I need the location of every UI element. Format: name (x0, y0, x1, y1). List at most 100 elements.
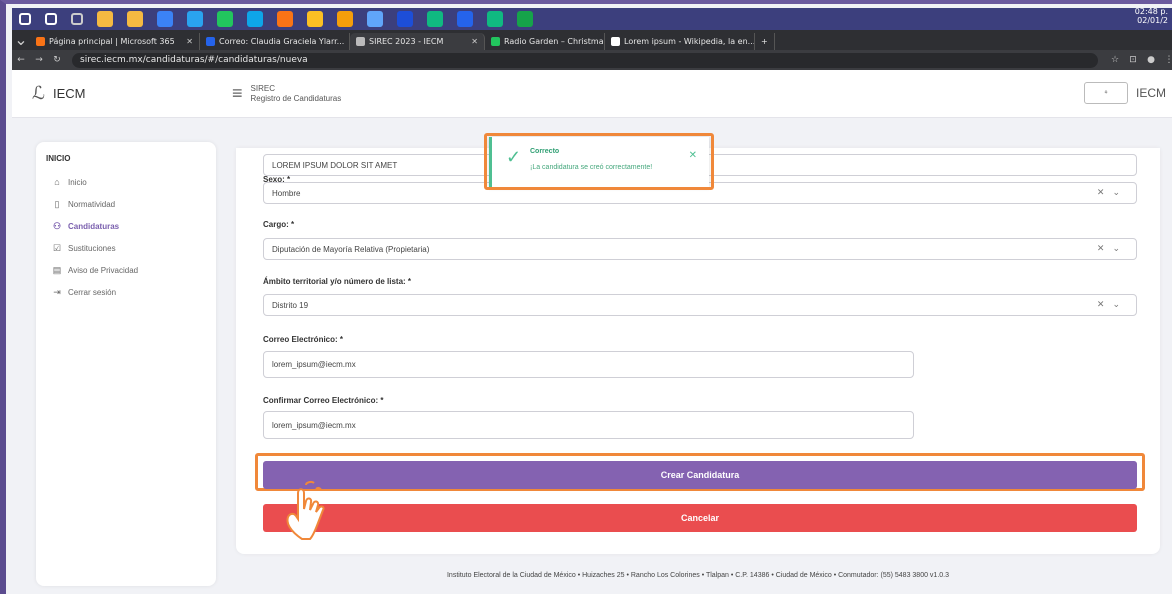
app-icon[interactable] (157, 11, 173, 27)
users-icon: ⚇ (52, 220, 62, 231)
sidebar-item-aviso[interactable]: ▤ Aviso de Privacidad (46, 259, 206, 281)
tab-label: Correo: Claudia Graciela Ylarr... (219, 37, 345, 46)
reload-icon[interactable]: ↻ (48, 55, 66, 65)
tab-favicon-icon (36, 37, 45, 46)
header-right-logo: ⚘ IECM (1084, 82, 1166, 104)
browser-tab[interactable]: Correo: Claudia Graciela Ylarr...✕ (200, 33, 350, 50)
system-subtitle: Registro de Candidaturas (250, 93, 342, 103)
browser-tab[interactable]: Radio Garden – Christmas✕ (485, 33, 605, 50)
app-icon[interactable] (97, 11, 113, 27)
cargo-label: Cargo: * (263, 220, 295, 229)
sidebar-item-label: Cerrar sesión (68, 287, 117, 297)
tab-favicon-icon (206, 37, 215, 46)
tab-label: SIREC 2023 - IECM (369, 37, 444, 46)
browser-tab[interactable]: SIREC 2023 - IECM ✕ (350, 33, 485, 50)
clear-chevron-icon[interactable]: ✕⌄ (1097, 243, 1128, 254)
confirmar-input[interactable]: lorem_ipsum@iecm.mx (263, 411, 914, 439)
windows-start-icon[interactable] (19, 13, 31, 25)
sidebar: INICIO ⌂ Inicio ▯ Normatividad ⚇ Candidaturas… (36, 142, 216, 586)
profile-icon[interactable]: ● (1142, 55, 1160, 65)
sidebar-item-label: Candidaturas (68, 221, 120, 231)
url-text: sirec.iecm.mx/candidaturas/#/candidatura… (80, 55, 308, 65)
clear-chevron-icon[interactable]: ✕⌄ (1097, 187, 1128, 198)
tab-favicon-icon (491, 37, 500, 46)
forward-icon[interactable]: → (30, 55, 48, 65)
app-icon[interactable] (337, 11, 353, 27)
tab-favicon-icon (356, 37, 365, 46)
search-icon[interactable] (45, 13, 57, 25)
menu-icon[interactable]: ⋮ (1160, 55, 1172, 65)
app-icon[interactable] (187, 11, 203, 27)
app-header: ℒ IECM ≡ SIREC Registro de Candidaturas … (12, 70, 1172, 118)
candidature-form: LOREM IPSUM DOLOR SIT AMET Sexo: * Hombr… (236, 148, 1160, 554)
sidebar-item-sustituciones[interactable]: ☑ Sustituciones (46, 237, 206, 259)
tab-favicon-icon (611, 37, 620, 46)
brand[interactable]: ℒ IECM (12, 83, 232, 104)
sidebar-item-inicio[interactable]: ⌂ Inicio (46, 171, 206, 193)
sidebar-item-label: Sustituciones (68, 243, 116, 253)
browser-tab[interactable]: Página principal | Microsoft 365 ✕ (30, 33, 200, 50)
word-icon[interactable] (457, 11, 473, 27)
excel-icon[interactable] (517, 11, 533, 27)
ambito-select[interactable]: Distrito 19 ✕⌄ (263, 294, 1137, 316)
brand-name: IECM (52, 86, 86, 101)
clock[interactable]: 02:48 p. 02/01/2 (1135, 7, 1168, 25)
tab-search-icon[interactable]: ⌄ (12, 30, 30, 50)
app-icon[interactable] (127, 11, 143, 27)
address-bar: ← → ↻ sirec.iecm.mx/candidaturas/#/candi… (12, 50, 1172, 70)
toast-highlight (484, 133, 714, 190)
app-icon[interactable] (217, 11, 233, 27)
hand-pointer-icon (286, 480, 325, 540)
notice-icon: ▤ (52, 264, 62, 275)
sidebar-list: ⌂ Inicio ▯ Normatividad ⚇ Candidaturas ☑ Sustit… (46, 171, 206, 303)
cargo-select[interactable]: Diputación de Mayoría Relativa (Propieta… (263, 238, 1137, 260)
ambito-label: Ámbito territorial y/o número de lista: … (263, 277, 412, 286)
footer: Instituto Electoral de la Ciudad de Méxi… (446, 572, 949, 579)
sidebar-item-cerrar[interactable]: ⇥ Cerrar sesión (46, 281, 206, 303)
chrome-icon[interactable] (307, 11, 323, 27)
app-icon[interactable] (247, 11, 263, 27)
app-icon[interactable] (427, 11, 443, 27)
iecm-logo-icon: ℒ (32, 83, 45, 103)
hamburger-menu-icon[interactable]: ≡ (232, 83, 243, 104)
confirmar-value: lorem_ipsum@iecm.mx (272, 420, 356, 430)
tab-label: Lorem ipsum - Wikipedia, la en... (624, 37, 755, 46)
cargo-value: Diputación de Mayoría Relativa (Propieta… (272, 244, 430, 254)
new-tab-button[interactable]: + (755, 33, 775, 50)
correo-value: lorem_ipsum@iecm.mx (272, 360, 356, 369)
sidebar-item-label: Normatividad (68, 199, 116, 209)
app-icon[interactable] (397, 11, 413, 27)
browser-tab[interactable]: Lorem ipsum - Wikipedia, la en...✕ (605, 33, 755, 50)
system-name: SIREC (250, 83, 275, 93)
ambito-value: Distrito 19 (272, 300, 309, 310)
home-icon: ⌂ (54, 177, 60, 187)
clock-time: 02:48 p. (1134, 7, 1168, 16)
tab-label: Página principal | Microsoft 365 (49, 37, 175, 46)
sidebar-item-candidaturas[interactable]: ⚇ Candidaturas (46, 215, 206, 237)
correo-input[interactable]: lorem_ipsum@iecm.mx (263, 351, 914, 378)
correo-label: Correo Electrónico: * (263, 335, 344, 344)
confirmar-label: Confirmar Correo Electrónico: * (263, 396, 384, 405)
cancel-button[interactable]: Cancelar (263, 504, 1137, 532)
sexo-value: Hombre (272, 188, 301, 198)
back-icon[interactable]: ← (12, 55, 30, 65)
app-icon[interactable] (367, 11, 383, 27)
tab-close-icon[interactable]: ✕ (471, 37, 478, 46)
extensions-icon[interactable]: ⊡ (1124, 55, 1142, 65)
checkbox-icon: ☑ (52, 242, 62, 253)
clear-chevron-icon[interactable]: ✕⌄ (1097, 299, 1128, 310)
screen: 02:48 p. 02/01/2 ⌄ Página principal | Mi… (0, 0, 1172, 594)
sidebar-item-label: Inicio (68, 177, 87, 187)
sidebar-item-normatividad[interactable]: ▯ Normatividad (46, 193, 206, 215)
create-candidature-button[interactable]: Crear Candidatura (263, 461, 1137, 489)
institution-emblem-icon: ⚘ (1084, 82, 1128, 104)
sidebar-item-label: Aviso de Privacidad (68, 265, 139, 275)
bookmark-star-icon[interactable]: ☆ (1106, 55, 1124, 65)
app-icon[interactable] (277, 11, 293, 27)
app-icon[interactable] (487, 11, 503, 27)
tab-label: Radio Garden – Christmas (504, 37, 605, 46)
tab-close-icon[interactable]: ✕ (186, 37, 193, 46)
sidebar-heading: INICIO (46, 154, 71, 163)
url-field[interactable]: sirec.iecm.mx/candidaturas/#/candidatura… (72, 52, 1098, 68)
task-view-icon[interactable] (71, 13, 83, 25)
